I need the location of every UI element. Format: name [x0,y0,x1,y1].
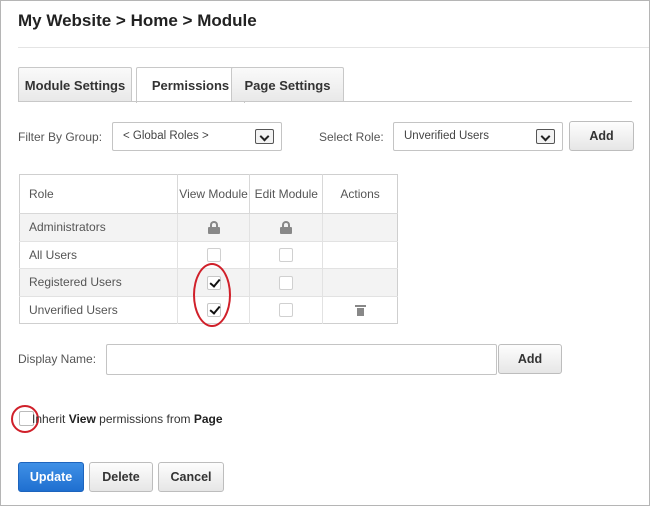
inherit-text-prefix: Inherit [32,412,69,426]
filter-by-group-select[interactable]: < Global Roles > [112,122,282,151]
view-module-checkbox[interactable] [206,248,221,263]
permissions-grid: Role View Module Edit Module Actions Adm… [19,174,398,324]
select-role-label: Select Role: [319,130,384,144]
edit-module-cell [249,295,323,324]
edit-module-cell [249,213,323,241]
tab-permissions[interactable]: Permissions [136,67,245,103]
table-row: Registered Users [19,268,398,296]
grid-header-row: Role View Module Edit Module Actions [19,174,398,214]
filter-by-group-value: < Global Roles > [123,130,209,142]
tab-page-settings[interactable]: Page Settings [231,67,344,102]
view-module-checkbox[interactable] [206,275,221,290]
update-button[interactable]: Update [18,462,84,492]
inherit-permissions-label[interactable]: Inherit View permissions from Page [32,412,223,426]
actions-cell [322,268,398,296]
inherit-text-view: View [68,412,96,426]
edit-module-checkbox[interactable] [279,275,294,290]
view-module-checkbox[interactable] [206,303,221,318]
table-row: Unverified Users [19,295,398,324]
module-settings-window: My Website > Home > Module Module Settin… [0,0,650,506]
chevron-down-icon [255,129,274,144]
add-user-button[interactable]: Add [498,344,562,374]
edit-module-cell [249,240,323,269]
display-name-input[interactable] [106,344,497,375]
lock-icon [207,221,220,235]
column-header-actions: Actions [322,174,398,214]
select-role-select[interactable]: Unverified Users [393,122,563,151]
role-name: Administrators [19,213,178,241]
inherit-text-middle: permissions from [95,412,194,426]
delete-button[interactable]: Delete [89,462,153,492]
tab-module-settings[interactable]: Module Settings [18,67,132,102]
view-module-cell [176,268,250,296]
select-role-value: Unverified Users [404,130,489,142]
actions-cell [322,295,398,324]
tab-bar: Module Settings Permissions Page Setting… [18,67,632,103]
filter-by-group-label: Filter By Group: [18,130,103,144]
inherit-text-page: Page [193,412,223,426]
breadcrumb: My Website > Home > Module [18,11,257,30]
add-role-button[interactable]: Add [569,121,634,151]
column-header-view-module: View Module [176,174,250,214]
table-row: All Users [19,240,398,269]
chevron-down-icon [536,129,555,144]
edit-module-checkbox[interactable] [279,248,294,263]
column-header-role: Role [19,174,178,214]
view-module-cell [176,295,250,324]
column-header-edit-module: Edit Module [249,174,323,214]
table-row: Administrators [19,213,398,241]
view-module-cell [176,213,250,241]
actions-cell [322,240,398,269]
edit-module-checkbox[interactable] [279,303,294,318]
tab-divider [18,101,632,102]
cancel-button[interactable]: Cancel [158,462,224,492]
actions-cell [322,213,398,241]
role-name: Unverified Users [19,295,178,324]
lock-icon [280,221,293,235]
trash-icon[interactable] [354,305,366,317]
role-name: Registered Users [19,268,178,296]
view-module-cell [176,240,250,269]
display-name-label: Display Name: [18,352,97,366]
edit-module-cell [249,268,323,296]
role-name: All Users [19,240,178,269]
header-divider [18,47,649,48]
